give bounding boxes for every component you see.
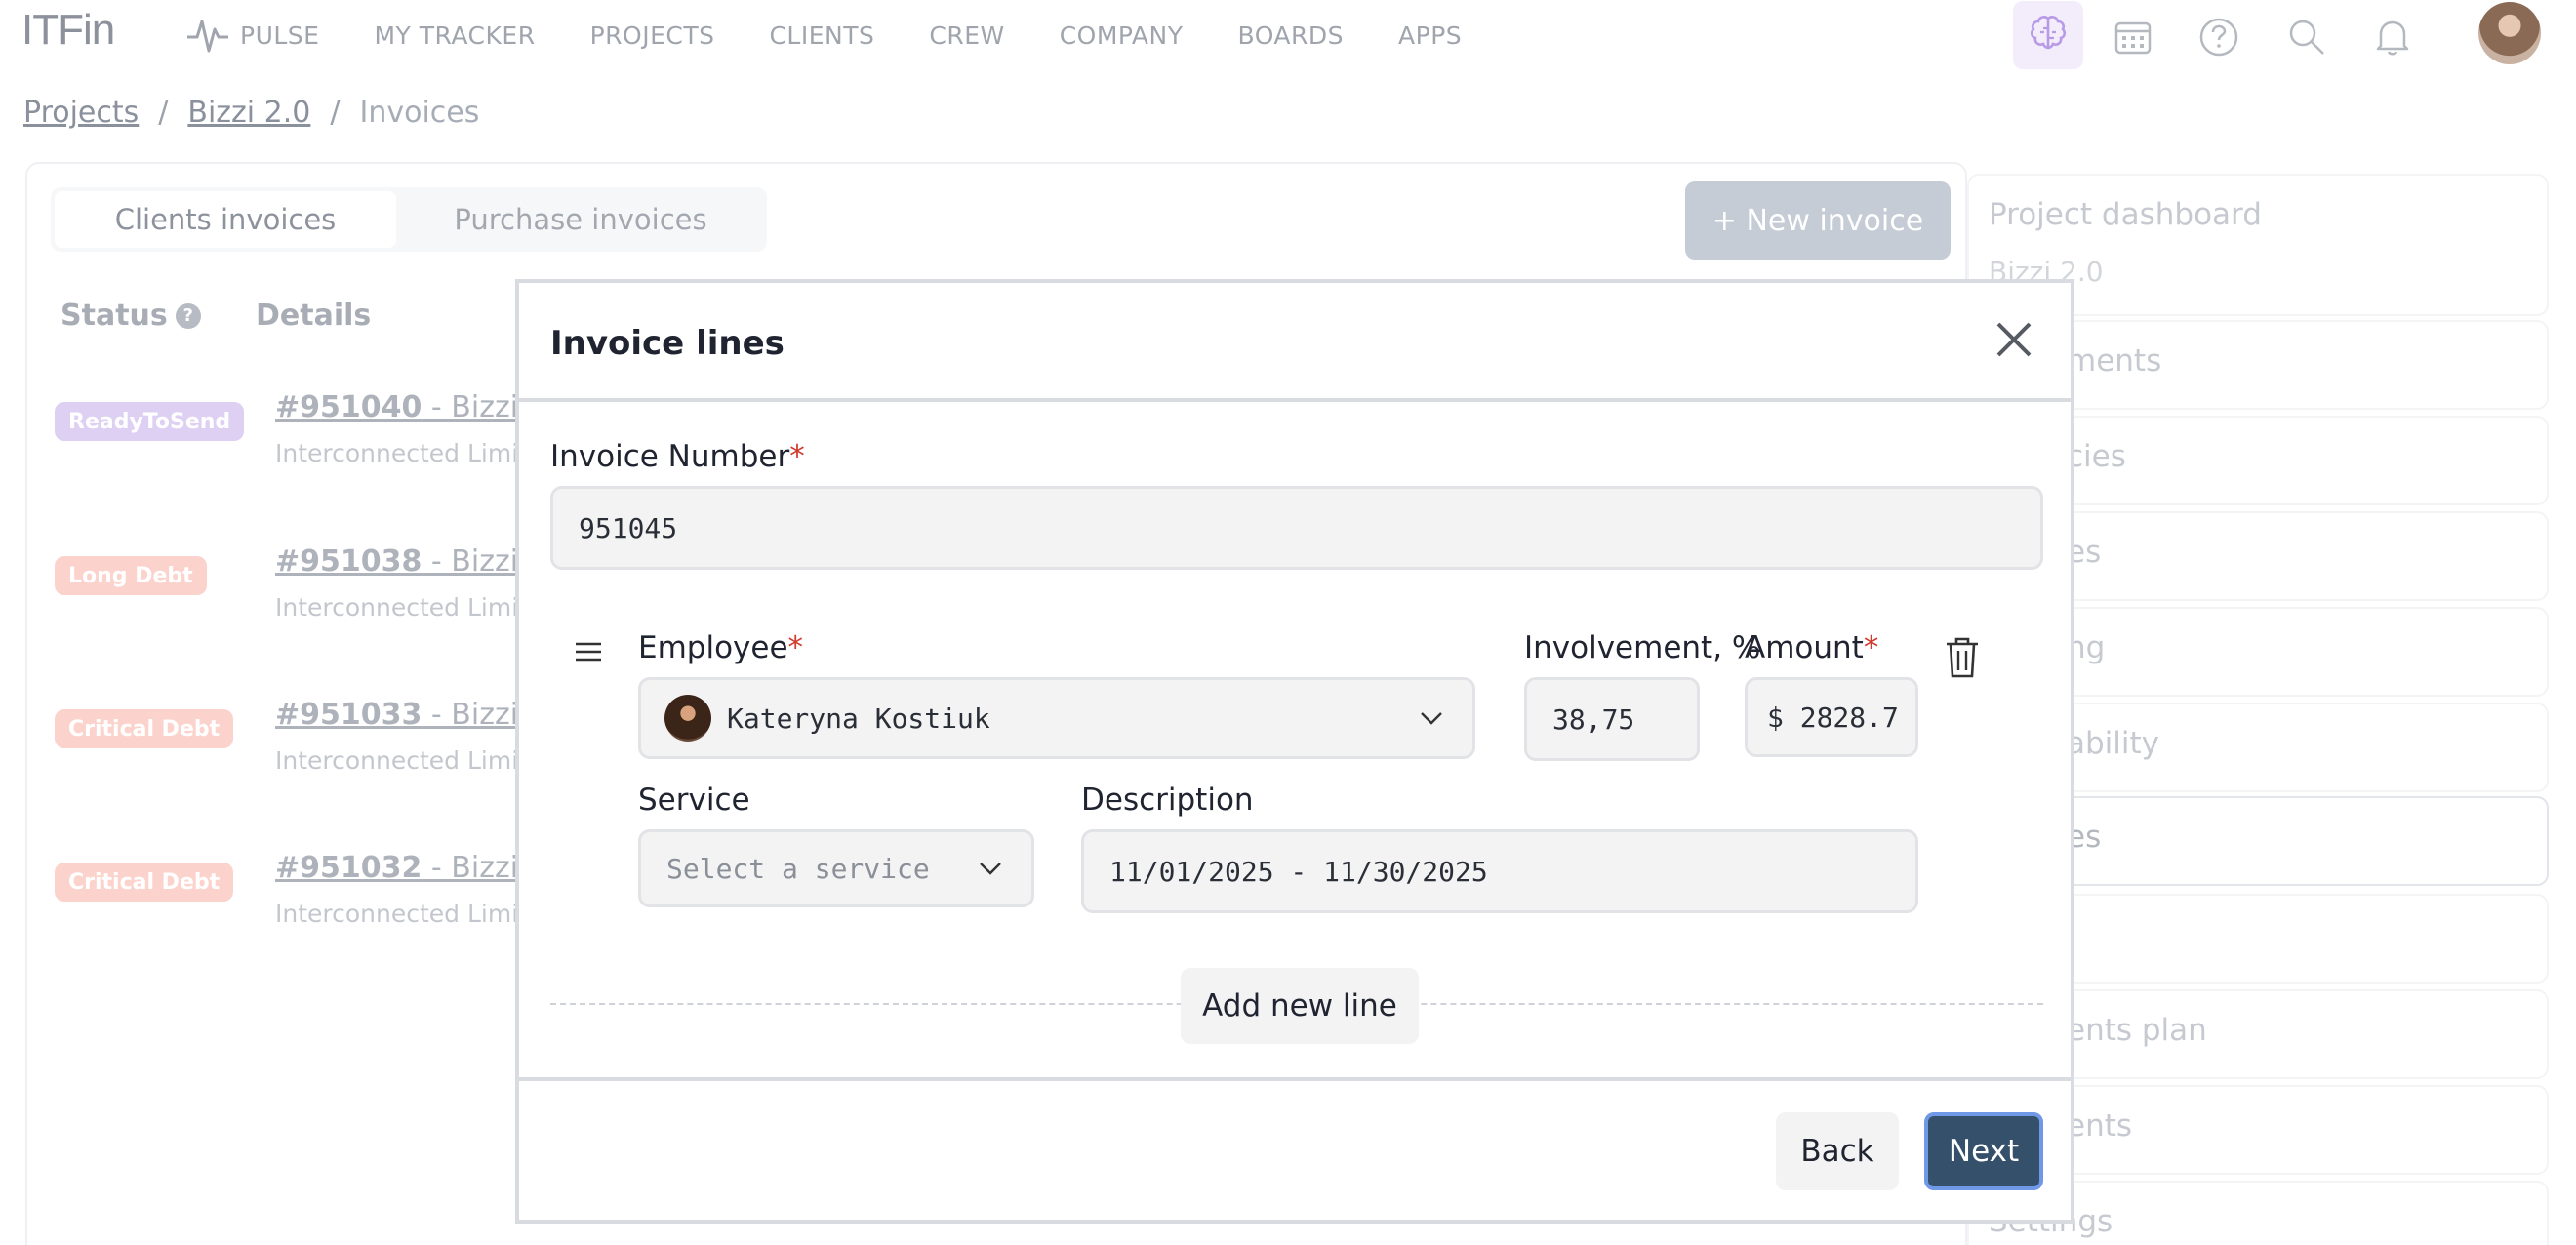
service-select[interactable]: Select a service bbox=[638, 829, 1034, 907]
required-mark: * bbox=[1863, 630, 1879, 665]
column-header-status: Status ? bbox=[60, 299, 201, 333]
help-icon[interactable]: ? bbox=[175, 302, 201, 329]
nav-item-pulse[interactable]: PULSE bbox=[185, 16, 319, 55]
status-badge: Critical Debt bbox=[55, 863, 234, 902]
status-badge: Long Debt bbox=[55, 556, 207, 595]
help-icon[interactable] bbox=[2192, 10, 2246, 64]
required-mark: * bbox=[787, 630, 804, 665]
description-input[interactable]: 11/01/2025 - 11/30/2025 bbox=[1081, 829, 1918, 913]
invoice-number: #951033 bbox=[275, 698, 423, 732]
sidebar-item-label: ents plan bbox=[2067, 1013, 2207, 1048]
drag-handle-icon[interactable] bbox=[574, 640, 603, 663]
breadcrumb: Projects / Bizzi 2.0 / Invoices bbox=[23, 96, 479, 130]
modal-header: Invoice lines bbox=[519, 283, 2071, 402]
invoice-number: #951032 bbox=[275, 851, 423, 885]
involvement-input[interactable]: 38,75 bbox=[1524, 677, 1700, 761]
breadcrumb-separator: / bbox=[158, 96, 169, 130]
service-placeholder: Select a service bbox=[666, 852, 930, 885]
tab-purchase-invoices[interactable]: Purchase invoices bbox=[400, 191, 761, 248]
amount-input[interactable]: $ 2828.7 bbox=[1745, 677, 1918, 757]
column-header-details: Details bbox=[256, 299, 372, 333]
breadcrumb-project[interactable]: Bizzi 2.0 bbox=[187, 96, 310, 130]
employee-label: Employee* bbox=[638, 630, 803, 665]
chevron-down-icon bbox=[980, 863, 1001, 875]
sidebar-item-label: ents bbox=[2067, 1108, 2133, 1144]
description-label: Description bbox=[1081, 783, 1254, 818]
main-nav: PULSE MY TRACKER PROJECTS CLIENTS CREW C… bbox=[185, 0, 1516, 70]
employee-select[interactable]: Kateryna Kostiuk bbox=[638, 677, 1475, 759]
employee-label-text: Employee bbox=[638, 630, 788, 665]
next-button[interactable]: Next bbox=[1924, 1112, 2043, 1190]
nav-item-apps[interactable]: APPS bbox=[1398, 21, 1462, 50]
sidebar-item-label: ments bbox=[2067, 343, 2162, 379]
bell-icon[interactable] bbox=[2365, 10, 2420, 64]
new-invoice-button[interactable]: + New invoice bbox=[1685, 181, 1951, 260]
required-mark: * bbox=[789, 439, 805, 474]
employee-avatar bbox=[664, 695, 711, 742]
add-new-line-button[interactable]: Add new line bbox=[1181, 968, 1419, 1044]
nav-item-clients[interactable]: CLIENTS bbox=[769, 21, 874, 50]
service-label: Service bbox=[638, 783, 750, 818]
app-logo[interactable]: ITFin bbox=[21, 6, 115, 55]
user-avatar[interactable] bbox=[2478, 2, 2541, 64]
nav-item-crew[interactable]: CREW bbox=[929, 21, 1004, 50]
invoice-tabs: Clients invoices Purchase invoices bbox=[51, 187, 767, 252]
invoice-number-label: Invoice Number* bbox=[550, 439, 805, 474]
status-badge: ReadyToSend bbox=[55, 402, 245, 441]
calendar-icon[interactable] bbox=[2106, 10, 2160, 64]
nav-item-my-tracker[interactable]: MY TRACKER bbox=[374, 21, 535, 50]
breadcrumb-separator: / bbox=[330, 96, 341, 130]
amount-label: Amount* bbox=[1745, 630, 1878, 665]
invoice-number: #951038 bbox=[275, 544, 423, 579]
back-button[interactable]: Back bbox=[1776, 1112, 1899, 1190]
invoice-number-input[interactable]: 951045 bbox=[550, 486, 2043, 570]
invoice-number: #951040 bbox=[275, 390, 423, 424]
employee-value: Kateryna Kostiuk bbox=[727, 702, 990, 735]
nav-item-projects[interactable]: PROJECTS bbox=[590, 21, 715, 50]
involvement-label: Involvement, % bbox=[1524, 630, 1761, 665]
sidebar-item-label: ability bbox=[2067, 726, 2160, 761]
brain-icon[interactable] bbox=[2013, 1, 2083, 69]
nav-item-label: PULSE bbox=[240, 20, 320, 50]
status-badge: Critical Debt bbox=[55, 709, 234, 748]
nav-item-company[interactable]: COMPANY bbox=[1060, 21, 1184, 50]
modal-title: Invoice lines bbox=[550, 324, 785, 363]
nav-item-boards[interactable]: BOARDS bbox=[1237, 21, 1344, 50]
invoice-number-label-text: Invoice Number bbox=[550, 439, 790, 474]
modal-footer: Back Next bbox=[519, 1077, 2071, 1224]
breadcrumb-projects[interactable]: Projects bbox=[23, 96, 139, 130]
breadcrumb-current: Invoices bbox=[359, 96, 480, 130]
invoice-lines-modal: Invoice lines Invoice Number* 951045 Emp… bbox=[515, 279, 2074, 1224]
sidebar-item-label: Project dashboard bbox=[1989, 197, 2262, 232]
column-header-status-label: Status bbox=[60, 299, 168, 333]
search-icon[interactable] bbox=[2279, 10, 2334, 64]
close-icon[interactable] bbox=[1991, 316, 2037, 363]
chevron-down-icon bbox=[1421, 712, 1442, 725]
sidebar-item-label: cies bbox=[2067, 439, 2126, 474]
amount-label-text: Amount bbox=[1745, 630, 1864, 665]
tab-clients-invoices[interactable]: Clients invoices bbox=[55, 191, 396, 248]
trash-icon[interactable] bbox=[1944, 636, 1981, 679]
pulse-icon bbox=[187, 20, 228, 53]
top-navigation: ITFin PULSE MY TRACKER PROJECTS CLIENTS … bbox=[0, 0, 2576, 70]
